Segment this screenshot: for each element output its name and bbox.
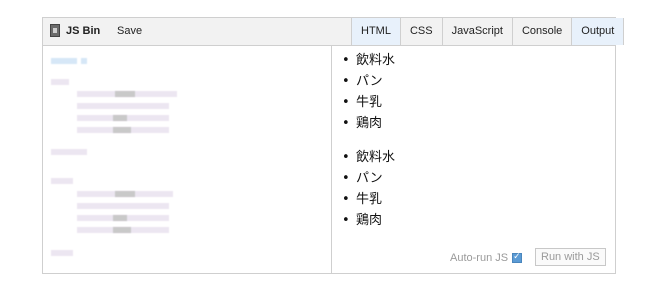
list-item: パン xyxy=(342,71,395,92)
brand-label[interactable]: JS Bin xyxy=(66,25,100,37)
code-line xyxy=(115,91,135,97)
save-button[interactable]: Save xyxy=(117,25,142,37)
tab-css[interactable]: CSS xyxy=(399,18,442,45)
code-line xyxy=(81,58,87,64)
code-line xyxy=(51,250,73,256)
html-editor-pane[interactable] xyxy=(43,46,332,273)
tab-console[interactable]: Console xyxy=(511,18,571,45)
panel-tabs: HTML CSS JavaScript Console Output xyxy=(351,18,625,45)
code-line xyxy=(51,149,87,155)
toolbar: JS Bin Save HTML CSS JavaScript Console … xyxy=(43,18,625,46)
output-list-1: 飲料水 パン 牛乳 鶏肉 xyxy=(342,50,395,134)
code-line xyxy=(77,203,169,209)
jsbin-window: JS Bin Save HTML CSS JavaScript Console … xyxy=(42,17,625,274)
code-line xyxy=(113,227,131,233)
code-line xyxy=(115,191,135,197)
code-line xyxy=(113,215,127,221)
list-item: 飲料水 xyxy=(342,147,395,168)
autorun-toggle[interactable]: Auto-run JS xyxy=(450,251,523,264)
autorun-label: Auto-run JS xyxy=(450,252,509,264)
list-item: 牛乳 xyxy=(342,92,395,113)
code-line xyxy=(77,103,169,109)
code-line xyxy=(51,178,73,184)
list-item: 飲料水 xyxy=(342,50,395,71)
list-item: パン xyxy=(342,168,395,189)
tab-output[interactable]: Output xyxy=(571,18,625,45)
output-list-2: 飲料水 パン 牛乳 鶏肉 xyxy=(342,147,395,231)
code-line xyxy=(113,127,131,133)
tab-javascript[interactable]: JavaScript xyxy=(441,18,512,45)
list-item: 鶏肉 xyxy=(342,113,395,134)
code-line xyxy=(113,115,127,121)
list-item: 鶏肉 xyxy=(342,210,395,231)
jsbin-logo-icon[interactable] xyxy=(50,24,60,37)
run-with-js-button[interactable]: Run with JS xyxy=(535,248,606,266)
autorun-checkbox[interactable] xyxy=(512,251,523,263)
code-line xyxy=(51,58,77,64)
output-pane: 飲料水 パン 牛乳 鶏肉 飲料水 パン 牛乳 鶏肉 Auto-run JS Ru… xyxy=(332,46,615,273)
list-item: 牛乳 xyxy=(342,189,395,210)
tab-html[interactable]: HTML xyxy=(351,18,400,45)
code-line xyxy=(51,79,69,85)
